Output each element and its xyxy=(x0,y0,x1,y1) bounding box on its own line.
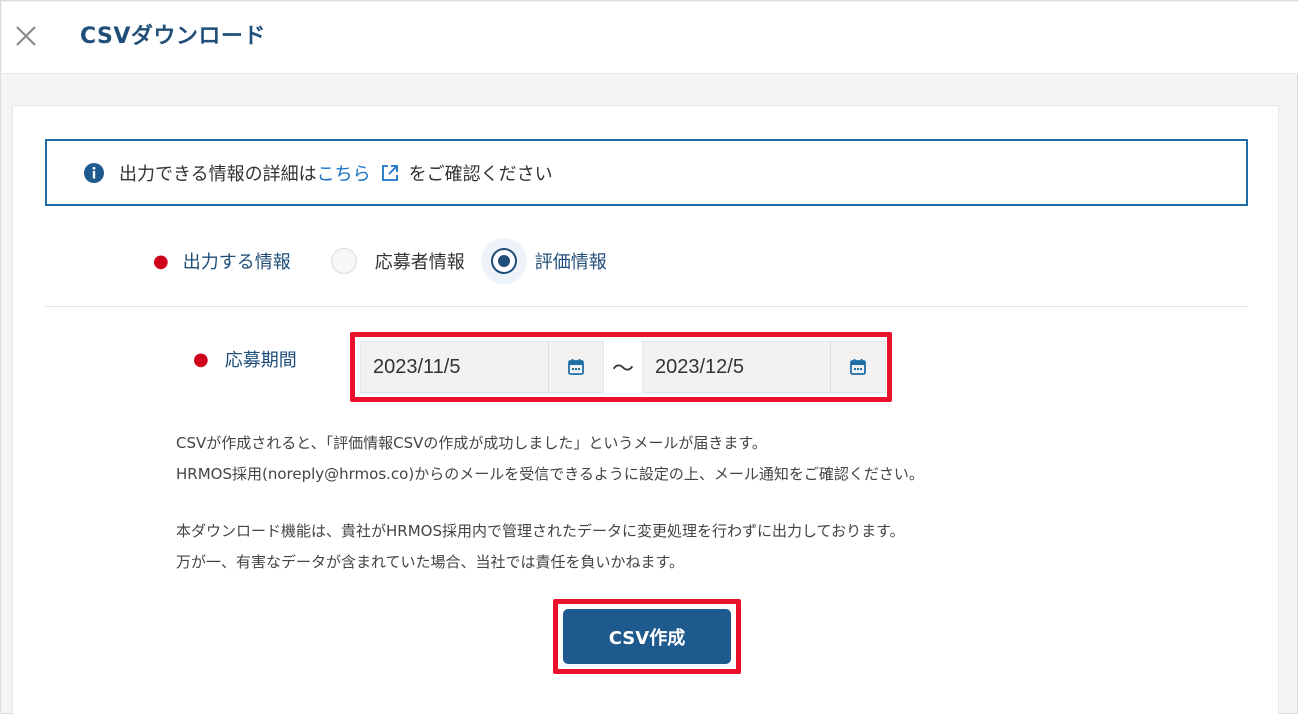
email-notice: CSVが作成されると、「評価情報CSVの作成が成功しました」というメールが届きま… xyxy=(176,428,924,490)
details-link[interactable]: こちら xyxy=(317,160,409,186)
radio-applicant-label[interactable]: 応募者情報 xyxy=(375,248,465,274)
output-type-label: 出力する情報 xyxy=(182,252,291,273)
period-label: 応募期間 xyxy=(224,350,297,371)
notice-line-4: 万が一、有害なデータが含まれていた場合、当社では責任を負いかねます。 xyxy=(176,553,685,571)
disclaimer-notice: 本ダウンロード機能は、貴社がHRMOS採用内で管理されたデータに変更処理を行わず… xyxy=(176,516,905,578)
external-link-icon[interactable] xyxy=(380,163,400,183)
radio-evaluation-circle[interactable] xyxy=(490,248,517,274)
radio-applicant-circle[interactable] xyxy=(330,248,357,274)
close-icon[interactable] xyxy=(12,22,40,50)
dialog: CSVダウンロード 出力できる情報の詳細は こちら をご確認ください ● 出力す… xyxy=(0,0,1298,714)
notice-line-1: CSVが作成されると、「評価情報CSVの作成が成功しました」というメールが届きま… xyxy=(176,434,767,452)
radio-applicant-info[interactable]: 応募者情報 xyxy=(321,238,465,284)
end-date-input[interactable]: 2023/12/5 xyxy=(643,356,830,379)
info-icon xyxy=(83,162,105,184)
start-date-field[interactable]: 2023/11/5 xyxy=(360,341,604,393)
required-marker: ● xyxy=(193,348,209,370)
required-marker: ● xyxy=(153,250,169,272)
radio-evaluation-halo[interactable] xyxy=(480,238,527,284)
notice-line-3: 本ダウンロード機能は、貴社がHRMOS採用内で管理されたデータに変更処理を行わず… xyxy=(176,522,905,540)
notice-line-2: HRMOS採用(noreply@hrmos.co)からのメールを受信できるように… xyxy=(176,465,924,483)
page-title: CSVダウンロード xyxy=(80,24,266,49)
form-card: 出力できる情報の詳細は こちら をご確認ください ● 出力する情報 応募者情報 … xyxy=(12,105,1279,714)
info-text-after: をご確認ください xyxy=(408,163,553,185)
divider xyxy=(45,306,1248,307)
radio-applicant-halo[interactable] xyxy=(321,238,367,284)
dialog-header: CSVダウンロード xyxy=(2,2,1298,74)
create-csv-button[interactable]: CSV作成 xyxy=(563,609,731,664)
details-link-text[interactable]: こちら xyxy=(317,160,371,186)
output-type-row: ● 出力する情報 応募者情報 評価情報 xyxy=(153,238,607,284)
start-date-input[interactable]: 2023/11/5 xyxy=(361,356,548,379)
date-range-highlight: 2023/11/5 〜 2023/12/5 xyxy=(350,332,892,402)
radio-evaluation-info[interactable]: 評価情報 xyxy=(480,238,607,284)
create-button-highlight: CSV作成 xyxy=(553,599,741,674)
period-label-row: ● 応募期間 xyxy=(193,346,297,372)
calendar-icon[interactable] xyxy=(548,341,603,393)
radio-evaluation-label[interactable]: 評価情報 xyxy=(535,248,607,274)
info-banner: 出力できる情報の詳細は こちら をご確認ください xyxy=(45,139,1248,206)
info-text-before: 出力できる情報の詳細は xyxy=(119,163,317,185)
date-range-separator: 〜 xyxy=(611,357,634,382)
calendar-icon[interactable] xyxy=(830,341,885,393)
end-date-field[interactable]: 2023/12/5 xyxy=(642,341,886,393)
